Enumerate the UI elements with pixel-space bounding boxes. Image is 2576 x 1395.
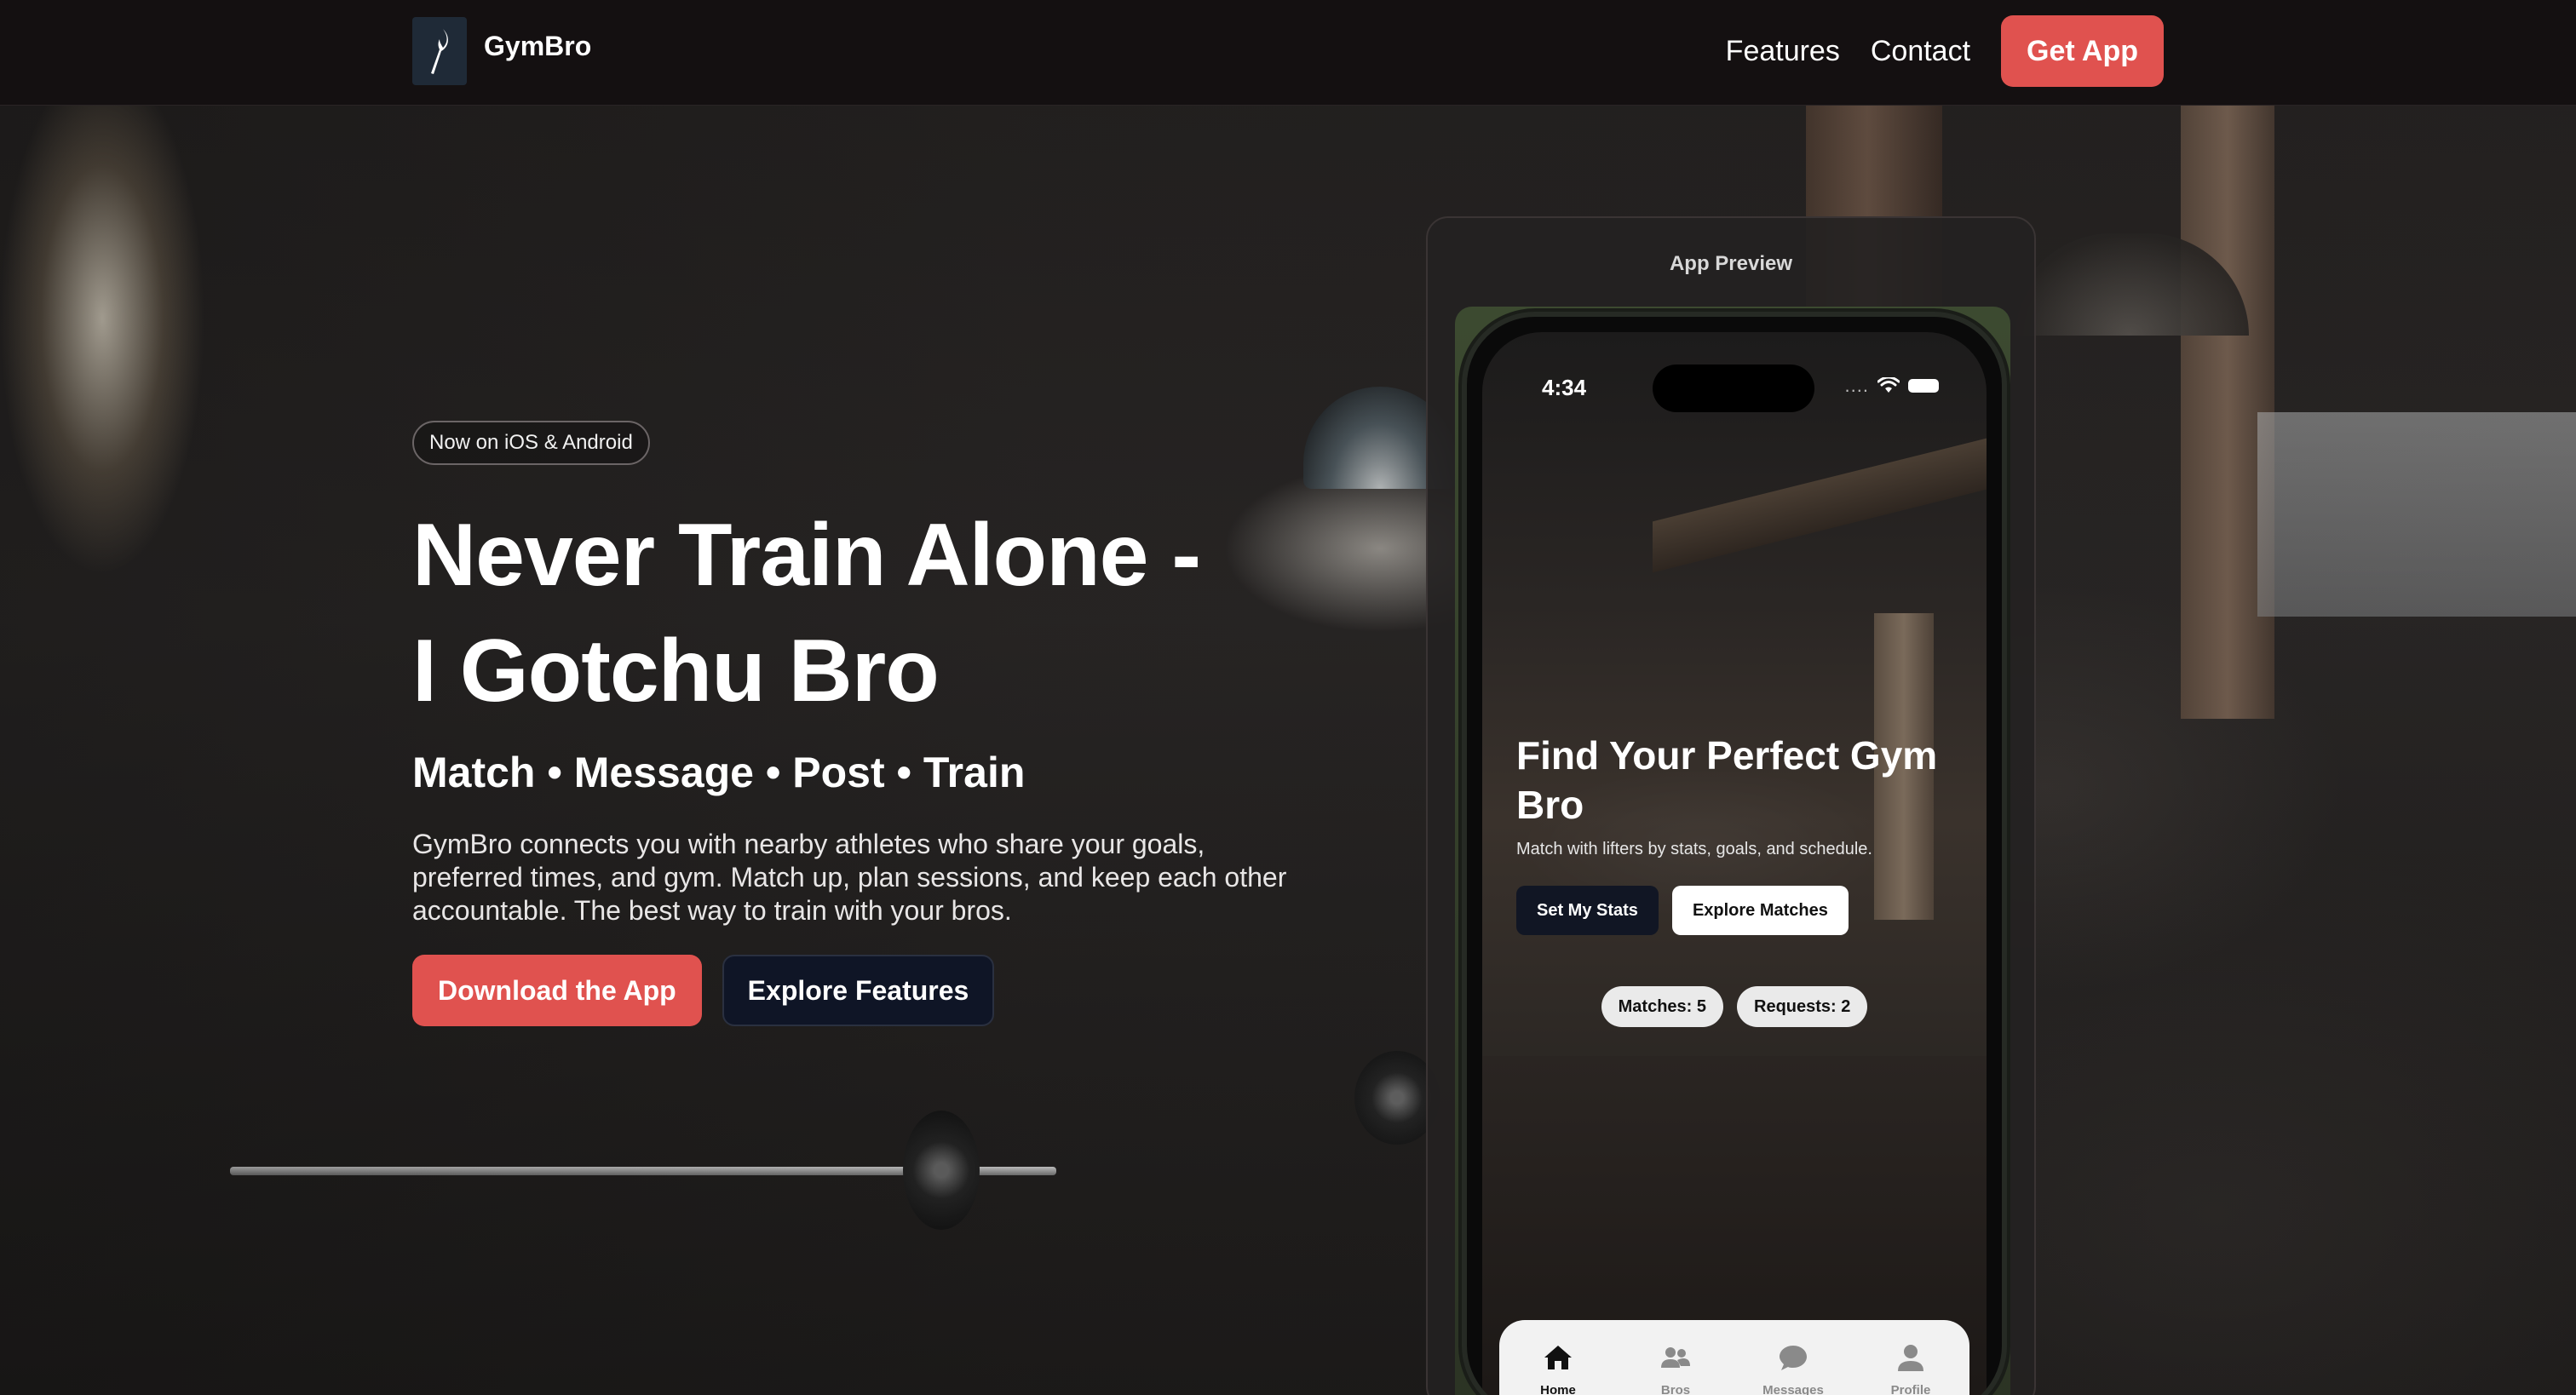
hero-section: Now on iOS & Android Never Train Alone -… [412,421,1332,1026]
top-navbar: GymBro Features Contact Get App [0,0,2576,106]
nav-link-contact[interactable]: Contact [1871,35,1970,68]
chat-bubble-icon [1780,1346,1807,1370]
tab-label-messages: Messages [1762,1383,1824,1395]
bottom-tab-bar: Home Bros Messages Profile [1499,1320,1969,1395]
people-icon [1661,1347,1690,1368]
phone-screen: 4:34 .... Find Your Perfect Gym Bro Matc… [1482,332,1987,1395]
requests-chip[interactable]: Requests: 2 [1737,986,1868,1027]
stat-chips: Matches: 5 Requests: 2 [1482,986,1987,1027]
wifi-icon [1877,377,1900,393]
status-bar-icons: .... [1845,375,1939,397]
nav-link-features[interactable]: Features [1726,35,1840,68]
explore-matches-button[interactable]: Explore Matches [1671,886,1849,935]
dynamic-island [1653,365,1814,412]
home-icon [1544,1346,1572,1369]
status-bar-time: 4:34 [1542,375,1587,400]
person-icon [1898,1345,1923,1371]
app-preview-title: App Preview [1669,252,1793,275]
tab-home[interactable]: Home [1507,1340,1609,1395]
hero-cta-row: Download the App Explore Features [412,955,1332,1026]
platform-badge: Now on iOS & Android [412,421,650,465]
screen-title: Find Your Perfect Gym Bro [1516,733,1938,827]
tab-label-bros: Bros [1660,1383,1691,1395]
battery-icon [1908,379,1939,393]
explore-features-button[interactable]: Explore Features [722,955,995,1026]
headline-line-1: Never Train Alone - [412,506,1201,605]
torch-icon [431,29,448,74]
screen-subtitle: Match with lifters by stats, goals, and … [1516,840,1872,858]
download-app-button[interactable]: Download the App [412,955,702,1026]
screen-button-row: Set My Stats Explore Matches [1516,886,1849,935]
tab-profile[interactable]: Profile [1860,1340,1962,1395]
phone-mockup: 4:34 .... Find Your Perfect Gym Bro Matc… [1462,312,2007,1395]
matches-chip[interactable]: Matches: 5 [1601,986,1723,1027]
tab-bros[interactable]: Bros [1624,1340,1727,1395]
set-my-stats-button[interactable]: Set My Stats [1516,886,1659,935]
landing-page: GymBro Features Contact Get App Now on i… [0,0,2576,1395]
headline-line-2: I Gotchu Bro [412,622,940,720]
tab-label-home: Home [1540,1383,1576,1395]
tab-messages[interactable]: Messages [1742,1340,1844,1395]
get-app-button[interactable]: Get App [2001,15,2164,87]
hero-description: GymBro connects you with nearby athletes… [412,829,1287,926]
brand-name[interactable]: GymBro [484,31,591,62]
hero-headline: Never Train Alone - I Gotchu Bro [412,497,1332,729]
brand-logo[interactable] [412,17,467,85]
tab-label-profile: Profile [1890,1383,1931,1395]
signal-dots-icon: .... [1844,375,1869,396]
nav-links: Features Contact Get App [1726,15,2164,87]
app-preview-card: App Preview 4:34 .... Find Your Perfect … [1426,216,2036,1395]
hero-subhead: Match • Message • Post • Train [412,749,1026,796]
